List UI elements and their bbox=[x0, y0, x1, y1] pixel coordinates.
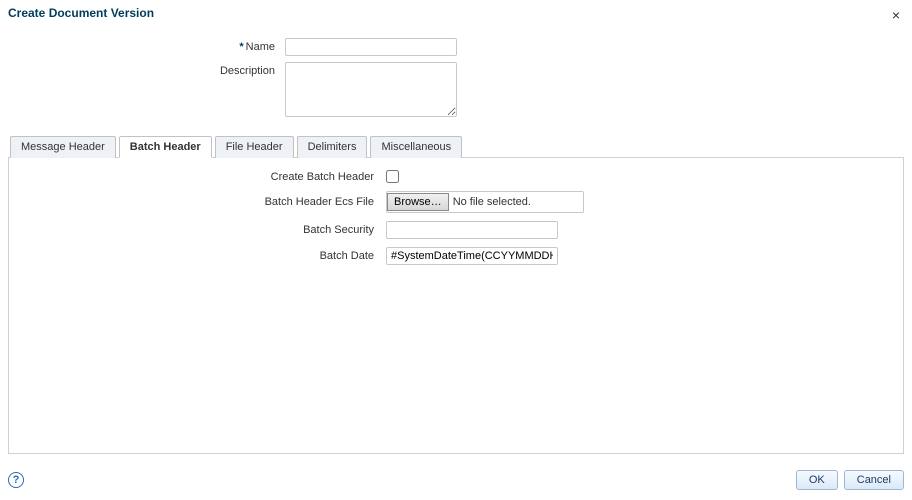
title-bar: Create Document Version × bbox=[0, 0, 912, 28]
tab-miscellaneous[interactable]: Miscellaneous bbox=[370, 136, 462, 158]
footer: ? OK Cancel bbox=[8, 470, 904, 490]
footer-buttons: OK Cancel bbox=[796, 470, 904, 490]
cancel-button[interactable]: Cancel bbox=[844, 470, 904, 490]
ok-button[interactable]: OK bbox=[796, 470, 838, 490]
description-label: Description bbox=[10, 62, 285, 77]
description-row: Description bbox=[10, 62, 902, 117]
close-icon[interactable]: × bbox=[888, 6, 904, 24]
create-batch-header-checkbox[interactable] bbox=[386, 170, 399, 183]
name-label: *Name bbox=[10, 38, 285, 53]
name-label-text: Name bbox=[246, 41, 275, 53]
upper-form: *Name Description bbox=[0, 28, 912, 135]
batch-header-panel: Create Batch Header Batch Header Ecs Fil… bbox=[8, 157, 904, 454]
batch-security-label: Batch Security bbox=[9, 224, 386, 236]
dialog: Create Document Version × *Name Descript… bbox=[0, 0, 912, 500]
batch-ecs-file-row: Batch Header Ecs File Browse… No file se… bbox=[9, 191, 903, 213]
tab-delimiters[interactable]: Delimiters bbox=[297, 136, 368, 158]
batch-security-row: Batch Security bbox=[9, 221, 903, 239]
tab-message-header[interactable]: Message Header bbox=[10, 136, 116, 158]
tab-batch-header[interactable]: Batch Header bbox=[119, 136, 212, 158]
tab-file-header[interactable]: File Header bbox=[215, 136, 294, 158]
batch-ecs-file-picker: Browse… No file selected. bbox=[386, 191, 584, 213]
tab-bar: Message Header Batch Header File Header … bbox=[0, 135, 912, 157]
name-input[interactable] bbox=[285, 38, 457, 56]
batch-date-input[interactable] bbox=[386, 247, 558, 265]
required-star-icon: * bbox=[239, 41, 243, 53]
dialog-title: Create Document Version bbox=[8, 6, 154, 20]
batch-security-input[interactable] bbox=[386, 221, 558, 239]
batch-ecs-file-label: Batch Header Ecs File bbox=[9, 196, 386, 208]
create-batch-header-row: Create Batch Header bbox=[9, 170, 903, 183]
help-icon[interactable]: ? bbox=[8, 472, 24, 488]
batch-date-row: Batch Date bbox=[9, 247, 903, 265]
create-batch-header-label: Create Batch Header bbox=[9, 171, 386, 183]
description-textarea[interactable] bbox=[285, 62, 457, 117]
batch-date-label: Batch Date bbox=[9, 250, 386, 262]
name-row: *Name bbox=[10, 38, 902, 56]
file-status-text: No file selected. bbox=[453, 196, 531, 208]
browse-button[interactable]: Browse… bbox=[387, 193, 449, 211]
